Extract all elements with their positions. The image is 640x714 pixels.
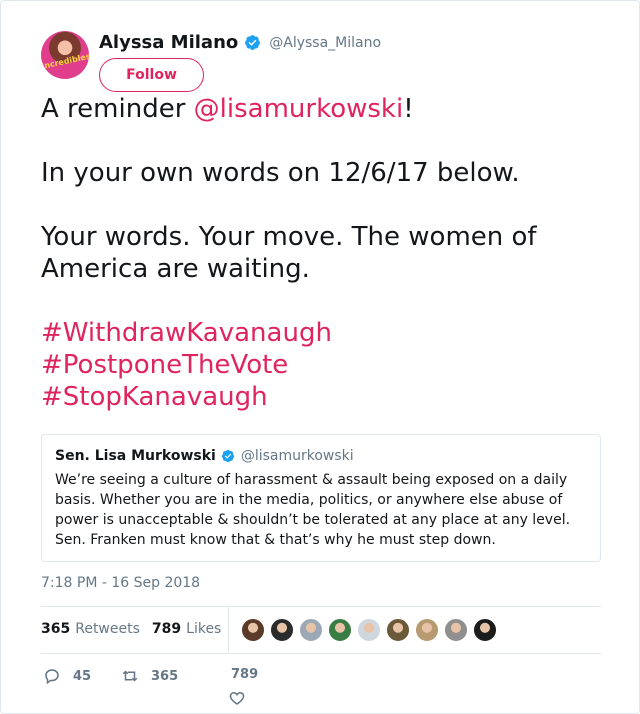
liker-avatar[interactable] <box>270 618 294 642</box>
like-button[interactable] <box>228 689 246 707</box>
retweets-label[interactable]: Retweets <box>75 621 140 637</box>
hashtag-link[interactable]: #PostponeTheVote <box>41 349 611 381</box>
avatar-logo-text: Incredibles <box>41 51 89 71</box>
divider <box>41 606 601 607</box>
reply-count: 45 <box>73 668 92 684</box>
reply-button[interactable]: 45 <box>43 667 91 685</box>
liker-avatar[interactable] <box>357 618 381 642</box>
liker-avatar[interactable] <box>415 618 439 642</box>
tweet-text: A reminder @lisamurkowski! In your own w… <box>41 93 611 413</box>
tweet-line-2: In your own words on 12/6/17 below. <box>41 158 520 188</box>
like-count: 789 <box>231 667 259 682</box>
retweet-count: 365 <box>151 668 179 684</box>
author-display-name[interactable]: Alyssa Milano <box>99 32 238 53</box>
like-count-wrap: 789 <box>231 667 258 682</box>
liker-avatars <box>241 618 502 642</box>
liker-avatar[interactable] <box>473 618 497 642</box>
tweet-line-1: A reminder @lisamurkowski! <box>41 93 611 125</box>
heart-icon <box>229 691 245 705</box>
tweet-timestamp[interactable]: 7:18 PM - 16 Sep 2018 <box>41 575 200 591</box>
quoted-tweet-text: We’re seeing a culture of harassment & a… <box>55 472 571 548</box>
retweet-button[interactable]: 365 <box>121 667 178 685</box>
tweet-stats: 365 Retweets 789 Likes <box>41 621 233 637</box>
quoted-tweet[interactable]: Sen. Lisa Murkowski @lisamurkowski We’re… <box>41 434 601 562</box>
mention-link[interactable]: @lisamurkowski <box>194 94 404 124</box>
quoted-author-handle: @lisamurkowski <box>240 448 354 464</box>
liker-avatar[interactable] <box>386 618 410 642</box>
verified-badge-icon <box>221 449 234 463</box>
retweets-count[interactable]: 365 <box>41 621 70 637</box>
quoted-author-name: Sen. Lisa Murkowski <box>55 448 216 464</box>
tweet-actions: 45 365 789 <box>41 665 601 714</box>
author-name-row: Alyssa Milano @Alyssa_Milano <box>99 32 381 53</box>
author-avatar[interactable]: Incredibles <box>41 31 89 79</box>
liker-avatar[interactable] <box>299 618 323 642</box>
tweet-line-1-end: ! <box>403 94 414 124</box>
tweet-line-3: Your words. Your move. The women of Amer… <box>41 222 537 284</box>
tweet-card: Incredibles Alyssa Milano @Alyssa_Milano… <box>0 0 640 714</box>
liker-avatar[interactable] <box>328 618 352 642</box>
liker-avatar[interactable] <box>444 618 468 642</box>
retweet-icon <box>122 670 138 682</box>
likes-label[interactable]: Likes <box>186 621 221 637</box>
verified-badge-icon <box>245 35 261 50</box>
divider <box>41 653 601 654</box>
liker-avatar[interactable] <box>241 618 265 642</box>
hashtag-link[interactable]: #WithdrawKavanaugh <box>41 317 611 349</box>
reply-icon <box>45 669 59 685</box>
tweet-line-1-text: A reminder <box>41 94 194 124</box>
quoted-tweet-header: Sen. Lisa Murkowski @lisamurkowski <box>55 448 587 464</box>
stats-separator <box>228 607 229 653</box>
likes-count[interactable]: 789 <box>152 621 181 637</box>
author-handle[interactable]: @Alyssa_Milano <box>269 35 381 51</box>
follow-button[interactable]: Follow <box>99 58 204 92</box>
hashtag-link[interactable]: #StopKanavaugh <box>41 381 611 413</box>
